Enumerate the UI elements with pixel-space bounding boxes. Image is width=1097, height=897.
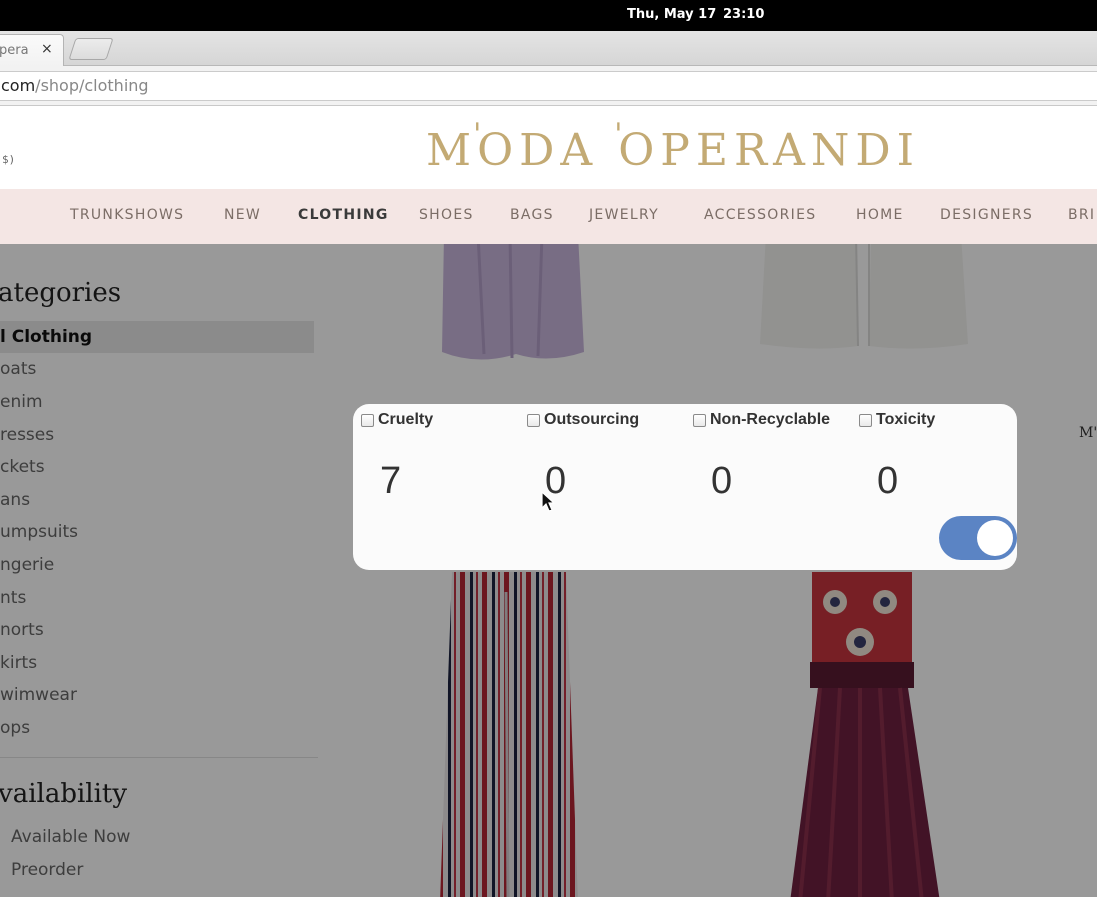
non-recyclable-label: Non-Recyclable xyxy=(710,411,831,428)
modal-backdrop[interactable] xyxy=(0,244,1097,897)
tab-close-icon[interactable]: × xyxy=(41,41,53,57)
toxicity-count: 0 xyxy=(877,460,899,502)
os-date: Thu, May 17 xyxy=(627,7,717,22)
outsourcing-checkbox[interactable] xyxy=(527,413,540,427)
currency-selector[interactable]: $) xyxy=(2,153,15,166)
site-header: $) M ' ODA ' OPERANDI xyxy=(0,107,1097,189)
mouse-pointer-icon xyxy=(541,491,556,512)
cruelty-count: 7 xyxy=(380,460,402,502)
tab-title: pera xyxy=(0,43,29,58)
non-recyclable-filter[interactable]: Non-Recyclable xyxy=(693,411,830,429)
main-nav: TRUNKSHOWS NEW CLOTHING SHOES BAGS JEWEL… xyxy=(0,189,1097,244)
url-path: /shop/clothing xyxy=(35,76,149,95)
outsourcing-label: Outsourcing xyxy=(544,411,640,428)
url-domain: com xyxy=(1,76,36,95)
nav-accessories[interactable]: ACCESSORIES xyxy=(704,207,816,223)
nav-brands[interactable]: BRI xyxy=(1068,207,1095,223)
new-tab-button[interactable] xyxy=(68,38,114,60)
outsourcing-filter[interactable]: Outsourcing xyxy=(527,411,639,429)
impact-toggle-switch[interactable] xyxy=(939,516,1017,560)
toggle-knob xyxy=(977,520,1013,556)
non-recyclable-checkbox[interactable] xyxy=(693,413,706,427)
browser-toolbar: com/shop/clothing xyxy=(0,66,1097,106)
os-clock[interactable]: 23:10 xyxy=(723,7,764,22)
browser-tab-strip: pera × xyxy=(0,31,1097,67)
browser-tab[interactable]: pera × xyxy=(0,34,64,67)
cruelty-filter[interactable]: Cruelty xyxy=(361,411,433,429)
nav-home[interactable]: HOME xyxy=(856,207,904,223)
nav-designers[interactable]: DESIGNERS xyxy=(940,207,1033,223)
toxicity-label: Toxicity xyxy=(876,411,936,428)
site-logo[interactable]: M ' ODA ' OPERANDI xyxy=(426,117,920,176)
os-top-bar: Thu, May 17 23:10 xyxy=(0,0,1097,31)
nav-jewelry[interactable]: JEWELRY xyxy=(589,207,659,223)
address-bar[interactable]: com/shop/clothing xyxy=(0,71,1097,101)
cruelty-label: Cruelty xyxy=(378,411,434,428)
cruelty-checkbox[interactable] xyxy=(361,413,374,427)
impact-filter-panel: Cruelty Outsourcing Non-Recyclable Toxic… xyxy=(353,404,1017,570)
nav-shoes[interactable]: SHOES xyxy=(419,207,474,223)
non-recyclable-count: 0 xyxy=(711,460,733,502)
nav-bags[interactable]: BAGS xyxy=(510,207,554,223)
nav-new[interactable]: NEW xyxy=(224,207,261,223)
nav-clothing[interactable]: CLOTHING xyxy=(298,207,389,223)
nav-trunkshows[interactable]: TRUNKSHOWS xyxy=(70,207,184,223)
toxicity-checkbox[interactable] xyxy=(859,413,872,427)
toxicity-filter[interactable]: Toxicity xyxy=(859,411,935,429)
